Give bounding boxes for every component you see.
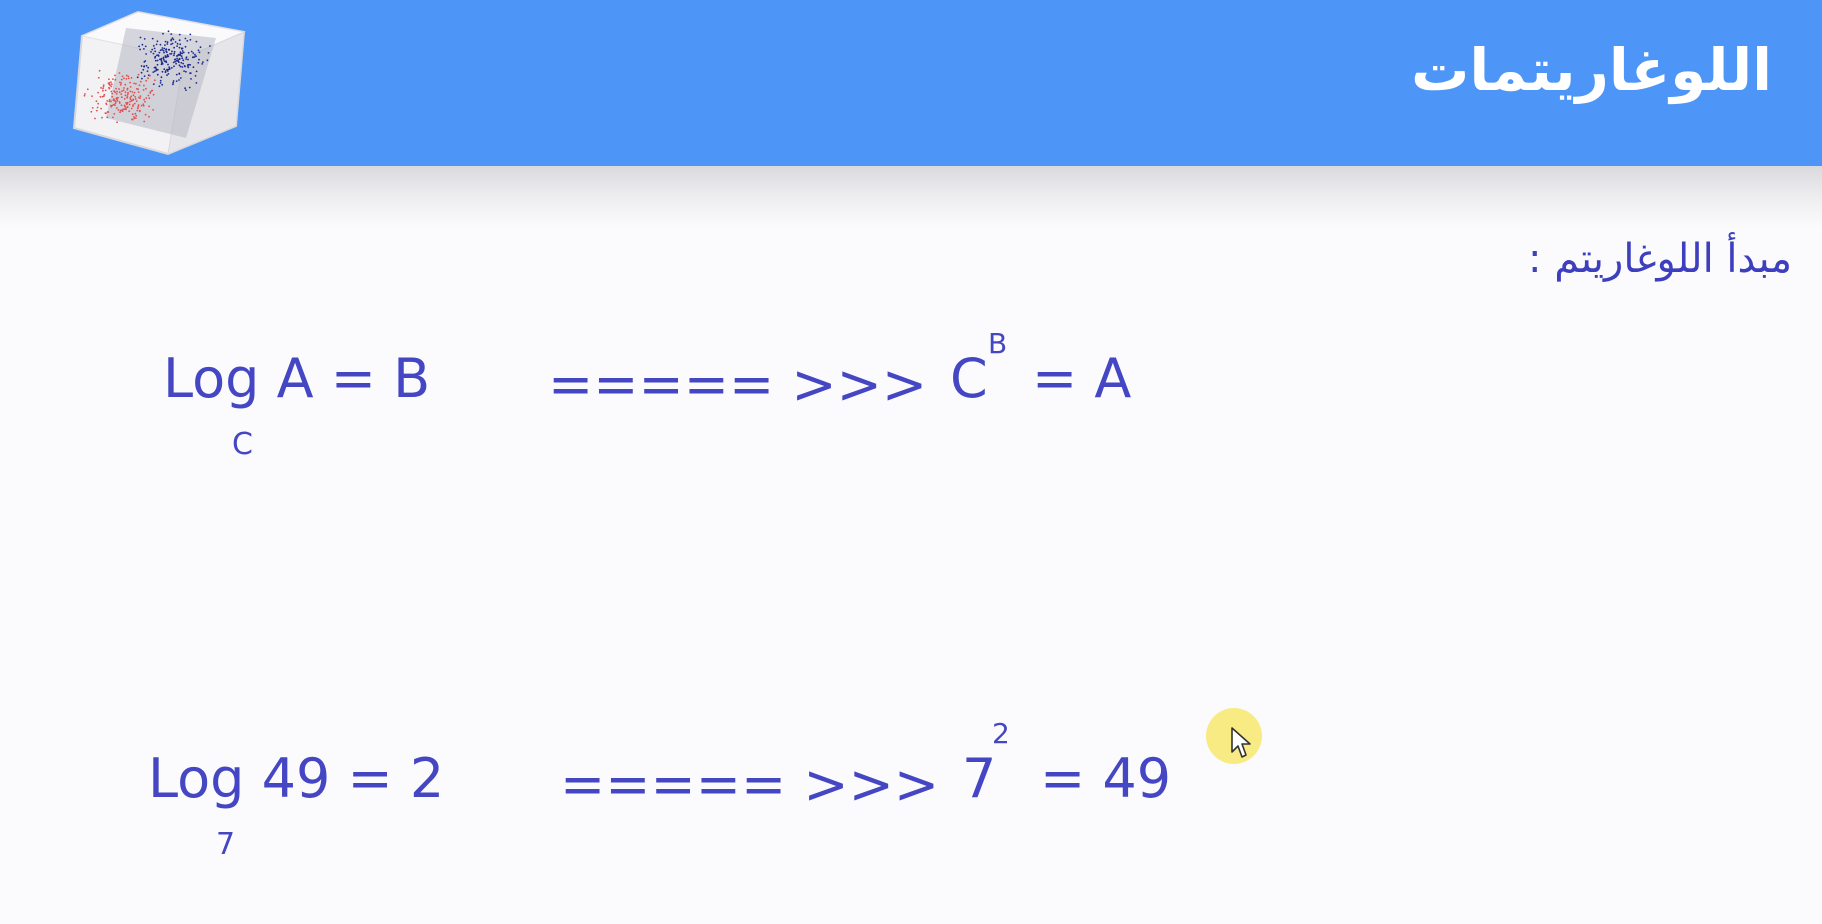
example-rhs-base: 7 <box>962 747 997 810</box>
page-title: اللوغاريتمات <box>1411 36 1772 104</box>
general-rule-rhs-base: C <box>950 347 988 410</box>
example-arrow: ===== >>> <box>560 753 940 816</box>
example-rhs: = 49 <box>1040 747 1172 810</box>
example-exponent: 2 <box>992 717 1010 750</box>
general-rule-exponent: B <box>988 327 1008 360</box>
general-rule-lhs: Log A = B <box>163 347 431 410</box>
section-subtitle: مبدأ اللوغاريتم : <box>1528 236 1792 282</box>
example-base: 7 <box>216 827 236 862</box>
mouse-pointer-icon <box>1231 727 1251 758</box>
general-rule-arrow: ===== >>> <box>548 353 928 416</box>
header-shadow <box>0 166 1822 228</box>
example-lhs: Log 49 = 2 <box>148 747 445 810</box>
general-rule-base: C <box>232 427 253 462</box>
general-rule-rhs: = A <box>1032 347 1132 410</box>
3d-scatter-cube-icon <box>72 10 246 156</box>
